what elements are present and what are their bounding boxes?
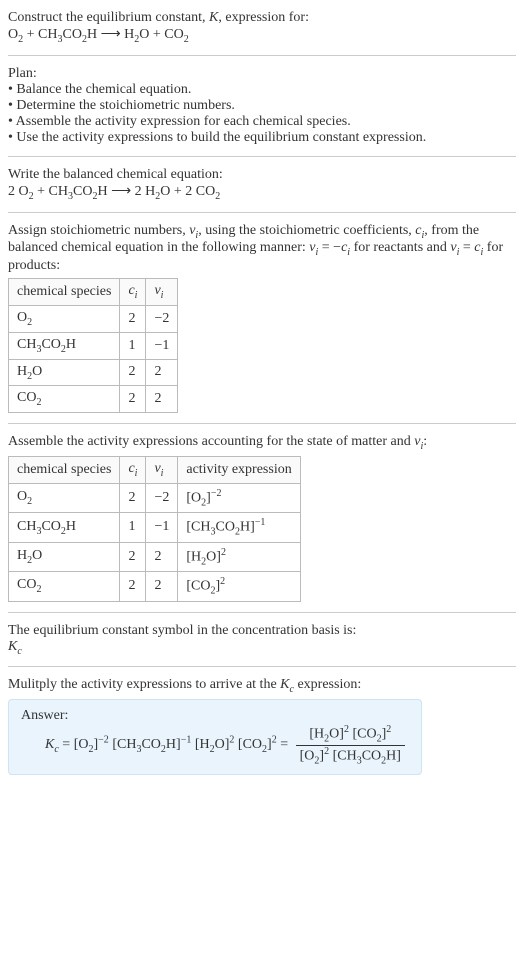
cell-ci: 2 — [120, 483, 146, 512]
cell-species: H2O — [9, 542, 120, 571]
answer-expression: Kc = [O2]−2 [CH3CO2H]−1 [H2O]2 [CO2]2 = … — [21, 724, 409, 766]
final-intro: Mulitply the activity expressions to arr… — [8, 677, 516, 695]
divider — [8, 423, 516, 424]
prompt-text-b: , expression for: — [218, 10, 309, 25]
species-co2: CO2 — [164, 27, 188, 42]
cell-ci: 2 — [120, 359, 146, 386]
species-co2: CO2 — [196, 184, 220, 199]
coef-2: 2 — [8, 184, 19, 199]
cell-species: O2 — [9, 305, 120, 332]
plan-item-1: • Balance the chemical equation. — [8, 82, 516, 98]
cell-species: CO2 — [9, 386, 120, 413]
plan-item-4: • Use the activity expressions to build … — [8, 130, 516, 146]
Kc-symbol: Kc — [8, 639, 516, 657]
cell-ci: 2 — [120, 305, 146, 332]
symbol-section: The equilibrium constant symbol in the c… — [8, 617, 516, 663]
plan-item-2: • Determine the stoichiometric numbers. — [8, 98, 516, 114]
col-nu: νi — [146, 279, 178, 306]
cell-ci: 2 — [120, 542, 146, 571]
species-ch3co2h: CH3CO2H — [38, 27, 97, 42]
activity-table: chemical species ci νi activity expressi… — [8, 456, 301, 602]
table-row: CO2 2 2 [CO2]2 — [9, 572, 301, 601]
cell-ci: 2 — [120, 572, 146, 601]
cell-species: O2 — [9, 483, 120, 512]
prompt-text-a: Construct the equilibrium constant, — [8, 10, 209, 25]
species-h2o: H2O — [124, 27, 149, 42]
unbalanced-equation: O2 + CH3CO2H ⟶ H2O + CO2 — [8, 26, 516, 45]
col-species: chemical species — [9, 279, 120, 306]
table-row: H2O 2 2 — [9, 359, 178, 386]
cell-species: CH3CO2H — [9, 332, 120, 359]
table-header-row: chemical species ci νi activity expressi… — [9, 456, 301, 483]
table-row: CH3CO2H 1 −1 [CH3CO2H]−1 — [9, 513, 301, 542]
cell-nu: −2 — [146, 305, 178, 332]
plan-title: Plan: — [8, 66, 516, 82]
plus-2: + — [153, 27, 164, 42]
coef-2: 2 — [135, 184, 146, 199]
cell-activity: [H2O]2 — [178, 542, 300, 571]
divider — [8, 666, 516, 667]
species-h2o: H2O — [145, 184, 170, 199]
cell-species: CO2 — [9, 572, 120, 601]
divider — [8, 156, 516, 157]
prompt-line1: Construct the equilibrium constant, K, e… — [8, 10, 516, 26]
cell-activity: [CH3CO2H]−1 — [178, 513, 300, 542]
balanced-section: Write the balanced chemical equation: 2 … — [8, 161, 516, 208]
col-nu: νi — [146, 456, 178, 483]
cell-nu: 2 — [146, 386, 178, 413]
cell-nu: 2 — [146, 359, 178, 386]
activity-title: Assemble the activity expressions accoun… — [8, 434, 516, 452]
table-header-row: chemical species ci νi — [9, 279, 178, 306]
cell-ci: 1 — [120, 513, 146, 542]
species-o2: O2 — [19, 184, 34, 199]
cell-ci: 2 — [120, 386, 146, 413]
denominator: [O2]2 [CH3CO2H] — [296, 746, 405, 766]
cell-species: CH3CO2H — [9, 513, 120, 542]
coef-2: 2 — [185, 184, 196, 199]
table-row: O2 2 −2 [O2]−2 — [9, 483, 301, 512]
species-ch3co2h: CH3CO2H — [49, 184, 108, 199]
final-section: Mulitply the activity expressions to arr… — [8, 671, 516, 781]
numerator: [H2O]2 [CO2]2 — [296, 724, 405, 745]
table-row: CO2 2 2 — [9, 386, 178, 413]
divider — [8, 212, 516, 213]
table-row: H2O 2 2 [H2O]2 — [9, 542, 301, 571]
cell-nu: 2 — [146, 542, 178, 571]
arrow: ⟶ — [101, 27, 125, 42]
cell-activity: [CO2]2 — [178, 572, 300, 601]
stoich-intro: Assign stoichiometric numbers, νi, using… — [8, 223, 516, 275]
cell-ci: 1 — [120, 332, 146, 359]
stoich-section: Assign stoichiometric numbers, νi, using… — [8, 217, 516, 420]
col-species: chemical species — [9, 456, 120, 483]
table-row: O2 2 −2 — [9, 305, 178, 332]
plan-item-3: • Assemble the activity expression for e… — [8, 114, 516, 130]
symbol-line: The equilibrium constant symbol in the c… — [8, 623, 516, 639]
col-ci: ci — [120, 279, 146, 306]
table-row: CH3CO2H 1 −1 — [9, 332, 178, 359]
cell-nu: −1 — [146, 332, 178, 359]
balanced-title: Write the balanced chemical equation: — [8, 167, 516, 183]
plus-1: + — [27, 27, 38, 42]
col-activity: activity expression — [178, 456, 300, 483]
activity-section: Assemble the activity expressions accoun… — [8, 428, 516, 607]
answer-box: Answer: Kc = [O2]−2 [CH3CO2H]−1 [H2O]2 [… — [8, 699, 422, 775]
K-symbol: K — [209, 10, 218, 25]
stoich-table: chemical species ci νi O2 2 −2 CH3CO2H 1… — [8, 278, 178, 413]
cell-species: H2O — [9, 359, 120, 386]
cell-nu: −2 — [146, 483, 178, 512]
species-o2: O2 — [8, 27, 23, 42]
balanced-equation: 2 O2 + CH3CO2H ⟶ 2 H2O + 2 CO2 — [8, 183, 516, 202]
cell-nu: 2 — [146, 572, 178, 601]
divider — [8, 612, 516, 613]
cell-activity: [O2]−2 — [178, 483, 300, 512]
prompt-header: Construct the equilibrium constant, K, e… — [8, 4, 516, 51]
cell-nu: −1 — [146, 513, 178, 542]
plan-section: Plan: • Balance the chemical equation. •… — [8, 60, 516, 152]
divider — [8, 55, 516, 56]
fraction: [H2O]2 [CO2]2 [O2]2 [CH3CO2H] — [296, 724, 405, 766]
answer-label: Answer: — [21, 708, 409, 724]
col-ci: ci — [120, 456, 146, 483]
